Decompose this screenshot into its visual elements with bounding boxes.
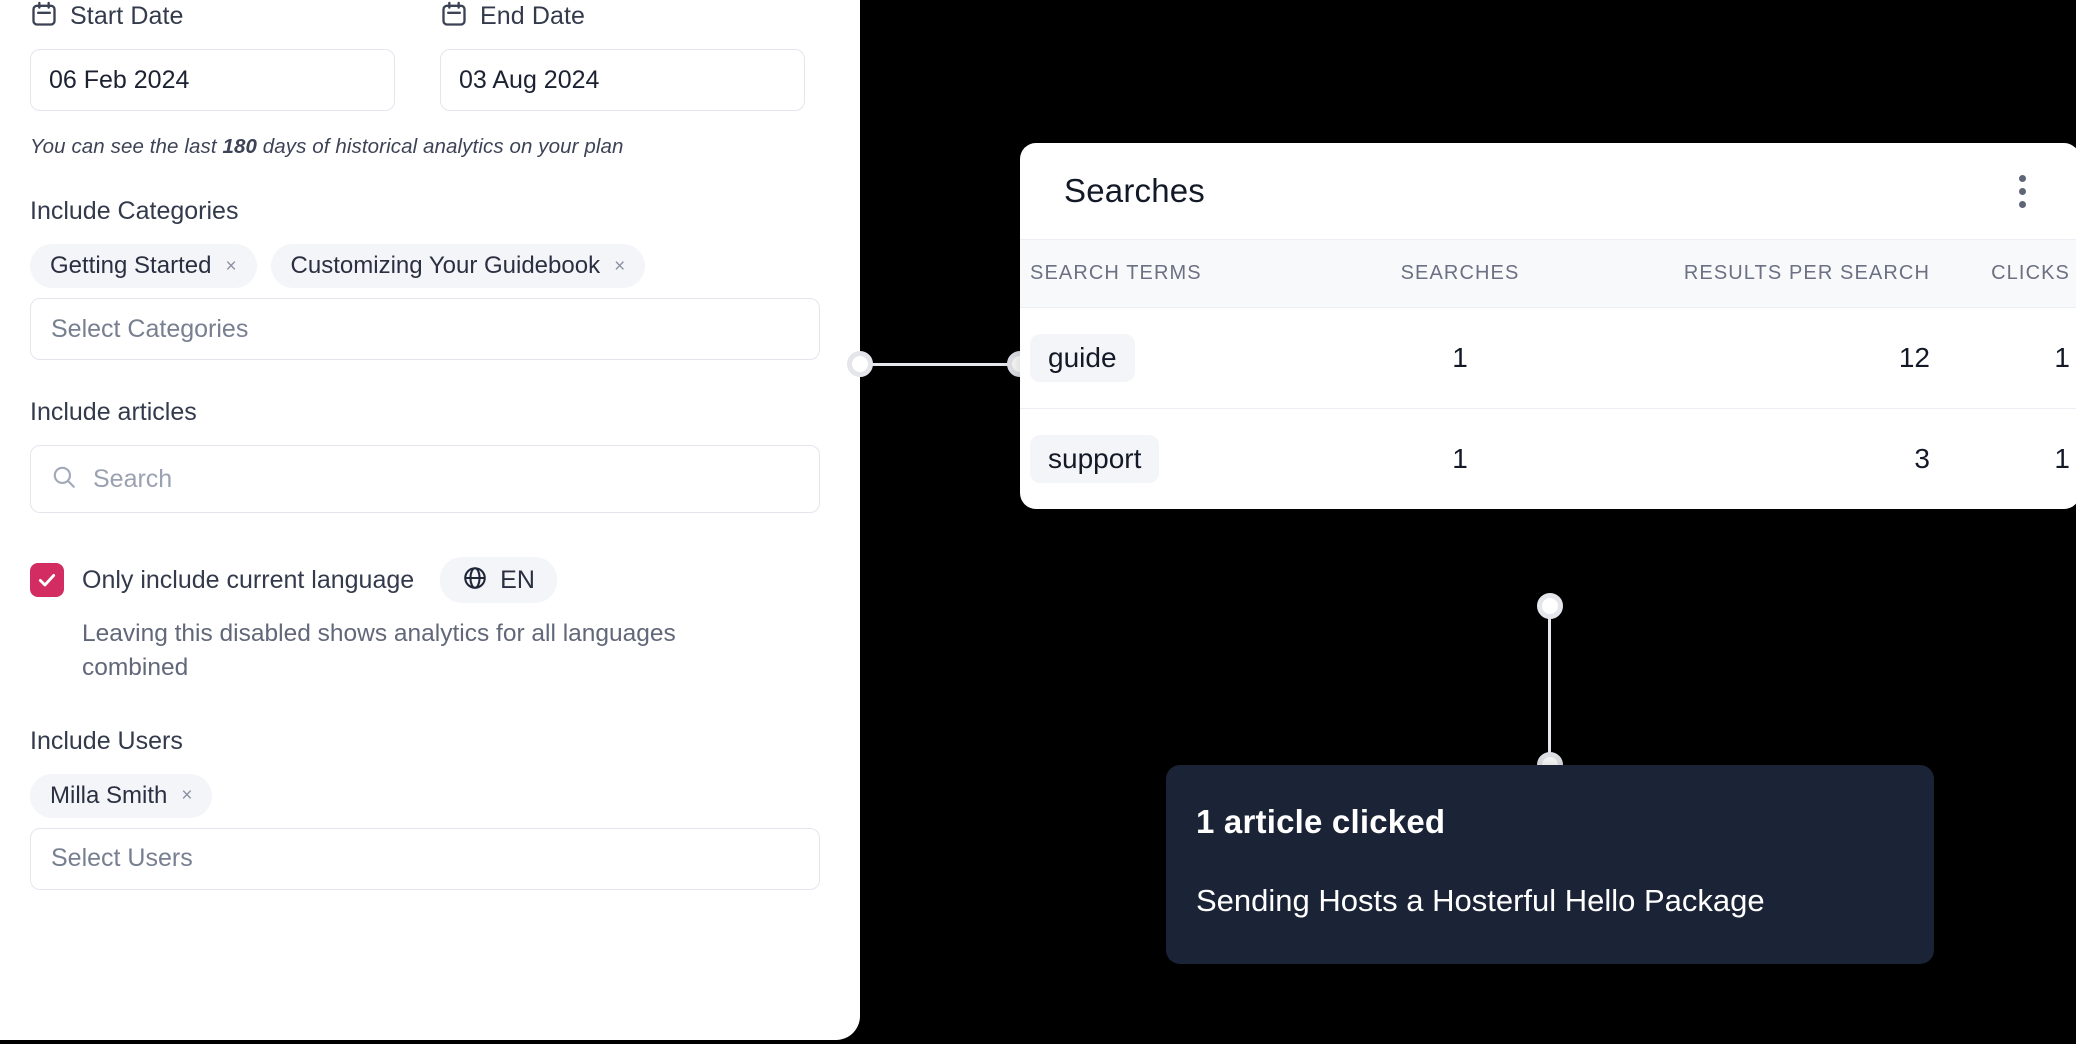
- include-categories-section: Include Categories Getting Started × Cus…: [30, 197, 820, 360]
- searches-table-head: SEARCH TERMS SEARCHES RESULTS PER SEARCH…: [1020, 239, 2076, 308]
- language-help-text: Leaving this disabled shows analytics fo…: [82, 620, 676, 681]
- start-date-label: Start Date: [70, 2, 184, 30]
- tooltip-body: Sending Hosts a Hosterful Hello Package: [1196, 883, 1765, 918]
- date-range-row: Start Date 06 Feb 2024 End Date 03 Aug 2…: [30, 0, 820, 111]
- tooltip-title: 1 article clicked: [1196, 803, 1446, 840]
- connector-dot-left: [847, 351, 873, 377]
- user-chip-row: Milla Smith ×: [30, 773, 820, 818]
- category-chip-label: Getting Started: [50, 252, 212, 279]
- column-header-clicks[interactable]: CLICKS: [1940, 239, 2076, 308]
- include-articles-section: Include articles Search: [30, 398, 820, 513]
- search-term-pill[interactable]: guide: [1030, 334, 1135, 382]
- close-icon[interactable]: ×: [225, 257, 236, 276]
- include-articles-label: Include articles: [30, 398, 197, 426]
- language-filter-row: Only include current language EN: [30, 557, 820, 603]
- connector-line-horizontal: [860, 363, 1022, 366]
- end-date-field: End Date 03 Aug 2024: [440, 0, 805, 111]
- start-date-input[interactable]: 06 Feb 2024: [30, 49, 395, 111]
- kebab-menu-icon[interactable]: [2009, 167, 2036, 216]
- searches-card-title: Searches: [1064, 172, 1206, 209]
- cell-searches: 1: [1452, 443, 1468, 474]
- article-search-placeholder: Search: [93, 464, 173, 493]
- table-row[interactable]: guide 1 12 1: [1020, 307, 2076, 409]
- cell-search-term: support: [1020, 409, 1300, 510]
- include-users-section: Include Users Milla Smith × Select Users: [30, 727, 820, 890]
- table-row[interactable]: support 1 3 1: [1020, 409, 2076, 510]
- only-current-language-checkbox[interactable]: [30, 563, 64, 597]
- include-users-label: Include Users: [30, 726, 183, 755]
- end-date-label-row: End Date: [440, 0, 805, 33]
- calendar-icon: [440, 0, 468, 33]
- searches-card-header: Searches: [1020, 143, 2076, 239]
- category-chip[interactable]: Customizing Your Guidebook ×: [270, 244, 646, 288]
- searches-table-body: guide 1 12 1 support 1 3 1: [1020, 307, 2076, 510]
- connector-line-vertical: [1548, 605, 1551, 773]
- column-header-search-terms[interactable]: SEARCH TERMS: [1020, 239, 1300, 308]
- searches-card: Searches SEARCH TERMS SEARCHES RESULTS P…: [1020, 143, 2076, 509]
- article-clicked-tooltip: 1 article clicked Sending Hosts a Hoster…: [1166, 765, 1934, 964]
- user-chip-label: Milla Smith: [50, 781, 168, 809]
- include-categories-label: Include Categories: [30, 197, 239, 225]
- only-current-language-label: Only include current language: [82, 565, 415, 594]
- start-date-label-row: Start Date: [30, 0, 395, 33]
- language-badge[interactable]: EN: [440, 557, 557, 603]
- column-header-searches[interactable]: SEARCHES: [1300, 239, 1620, 308]
- select-categories-input[interactable]: Select Categories: [30, 298, 820, 360]
- close-icon[interactable]: ×: [614, 257, 625, 276]
- user-chip[interactable]: Milla Smith ×: [30, 773, 213, 818]
- history-note-suffix: days of historical analytics on your pla…: [256, 135, 624, 158]
- language-code: EN: [500, 565, 535, 594]
- end-date-input[interactable]: 03 Aug 2024: [440, 49, 805, 111]
- history-note: You can see the last 180 days of histori…: [30, 135, 820, 159]
- cell-results-per-search: 12: [1620, 307, 1940, 409]
- category-chip[interactable]: Getting Started ×: [30, 244, 257, 288]
- category-chip-label: Customizing Your Guidebook: [290, 252, 601, 279]
- calendar-icon: [30, 0, 58, 33]
- cell-search-term: guide: [1020, 307, 1300, 409]
- searches-table: SEARCH TERMS SEARCHES RESULTS PER SEARCH…: [1020, 239, 2076, 509]
- close-icon[interactable]: ×: [181, 786, 192, 805]
- start-date-field: Start Date 06 Feb 2024: [30, 0, 395, 111]
- search-term-pill[interactable]: support: [1030, 435, 1160, 483]
- end-date-label: End Date: [480, 2, 586, 30]
- connector-dot-top: [1537, 593, 1563, 619]
- analytics-filter-panel: Start Date 06 Feb 2024 End Date 03 Aug 2…: [0, 0, 860, 1040]
- column-header-results-per-search[interactable]: RESULTS PER SEARCH: [1620, 239, 1940, 308]
- history-note-days: 180: [222, 135, 257, 158]
- select-users-input[interactable]: Select Users: [30, 827, 820, 890]
- cell-results-per-search: 3: [1914, 443, 1930, 474]
- article-search-input[interactable]: Search: [30, 445, 820, 513]
- category-chip-row: Getting Started × Customizing Your Guide…: [30, 244, 820, 288]
- table-header-row: SEARCH TERMS SEARCHES RESULTS PER SEARCH…: [1020, 239, 2076, 308]
- history-note-prefix: You can see the last: [30, 135, 223, 158]
- cell-searches: 1: [1300, 307, 1620, 409]
- cell-clicks[interactable]: 1: [1940, 307, 2076, 409]
- cell-clicks[interactable]: 1: [1940, 409, 2076, 510]
- search-icon: [51, 464, 77, 495]
- globe-icon: [462, 565, 488, 596]
